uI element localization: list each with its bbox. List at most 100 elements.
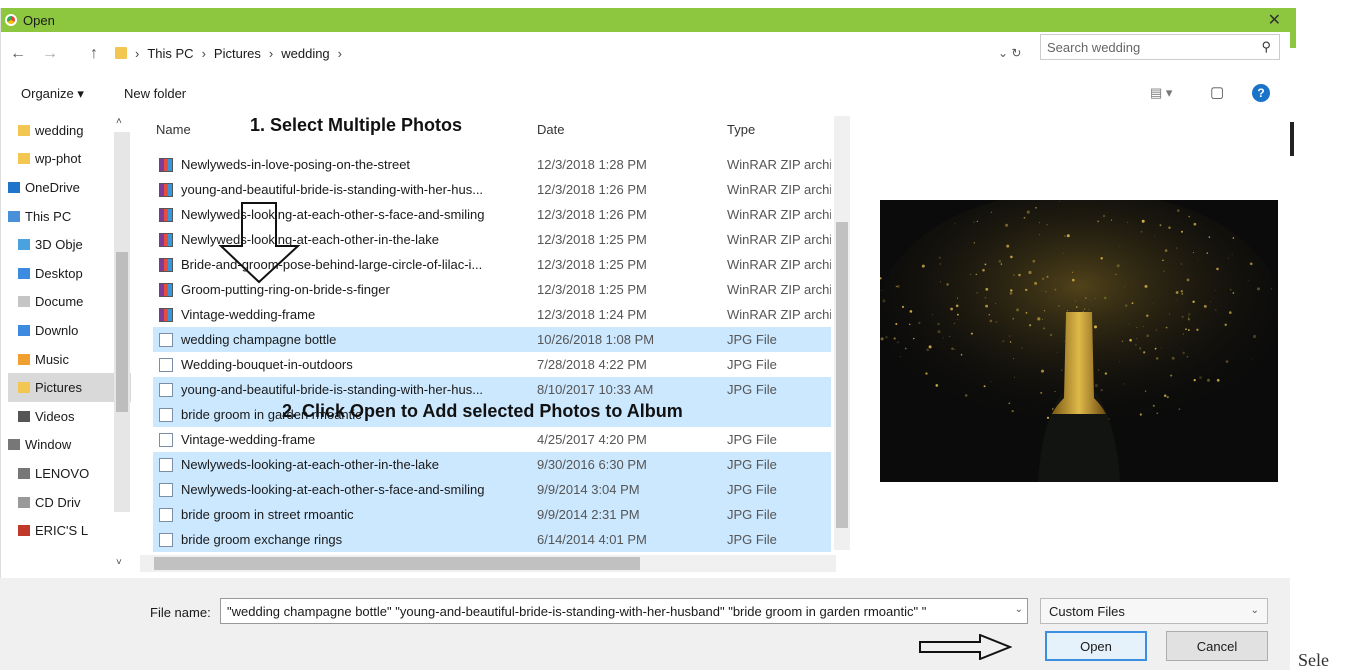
sidebar-item[interactable]: wedding — [8, 116, 131, 145]
sidebar-item[interactable]: Window — [8, 431, 131, 460]
sparkle — [935, 384, 939, 387]
sparkle — [989, 268, 990, 270]
file-row[interactable]: wedding champagne bottle 10/26/2018 1:08 … — [153, 327, 831, 352]
sidebar-item-label: 3D Obje — [35, 237, 83, 253]
sparkle — [913, 337, 915, 340]
search-input[interactable]: Search wedding ⚲ — [1040, 34, 1280, 60]
scrollbar-thumb[interactable] — [836, 222, 848, 528]
sidebar-item[interactable]: LENOVO — [8, 459, 131, 488]
breadcrumb-wedding[interactable]: wedding — [281, 46, 329, 61]
sparkle — [932, 314, 934, 316]
sparkle — [1169, 313, 1171, 315]
sparkle — [957, 297, 958, 299]
sidebar-item[interactable]: 3D Obje — [8, 230, 131, 259]
organize-button[interactable]: Organize ▾ — [21, 86, 84, 102]
column-header-type[interactable]: Type — [727, 122, 755, 137]
open-button[interactable]: Open — [1045, 631, 1147, 661]
sidebar-item-label: OneDrive — [25, 179, 80, 195]
file-name-input[interactable]: "wedding champagne bottle" "young-and-be… — [220, 598, 1028, 624]
sparkle — [1021, 347, 1023, 349]
file-row[interactable]: bride groom exchange rings 6/14/2014 4:01… — [153, 527, 831, 552]
sparkle — [1178, 408, 1181, 411]
winrar-archive-icon — [159, 307, 173, 322]
breadcrumb-pictures[interactable]: Pictures — [214, 46, 261, 61]
sparkle — [1040, 391, 1043, 394]
navigation-scrollbar[interactable] — [114, 132, 130, 512]
sparkle — [973, 242, 975, 244]
sparkle — [918, 321, 921, 324]
sidebar-item-label: Docume — [35, 294, 84, 310]
file-row[interactable]: Vintage-wedding-frame 4/25/2017 4:20 PM JP… — [153, 427, 831, 452]
breadcrumb-this-pc[interactable]: This PC — [147, 46, 193, 61]
jpg-file-icon — [159, 407, 173, 422]
file-row[interactable]: Wedding-bouquet-in-outdoors 7/28/2018 4:2… — [153, 352, 831, 377]
horizontal-scrollbar[interactable] — [140, 555, 836, 572]
sparkle — [1032, 285, 1033, 287]
sidebar-item[interactable]: Videos — [8, 402, 131, 431]
up-icon[interactable]: ↑ — [90, 45, 98, 63]
sparkle — [921, 264, 925, 268]
file-name: young-and-beautiful-bride-is-standing-wi… — [181, 182, 484, 197]
sidebar-item[interactable]: Pictures — [8, 373, 131, 402]
sidebar-item-label: Music — [35, 351, 69, 367]
file-type: WinRAR ZIP archive — [727, 182, 831, 197]
sparkle — [1037, 317, 1041, 321]
sidebar-item[interactable]: wp-phot — [8, 145, 131, 174]
file-row[interactable]: Newlyweds-looking-at-each-other-in-the-l… — [153, 452, 831, 477]
sparkle — [1009, 341, 1012, 343]
scrollbar-thumb[interactable] — [154, 557, 640, 570]
change-view-icon[interactable]: ▤ ▾ — [1150, 85, 1172, 101]
sparkle — [1177, 209, 1180, 212]
sidebar-item[interactable]: Docume — [8, 288, 131, 317]
sparkle — [1203, 304, 1207, 308]
search-icon[interactable]: ⚲ — [1261, 39, 1271, 55]
file-row[interactable]: Newlyweds-looking-at-each-other-s-face-a… — [153, 477, 831, 502]
window-title: Open — [23, 12, 55, 28]
sparkle — [1034, 281, 1038, 285]
sd-card-icon — [18, 525, 30, 537]
sidebar-item[interactable]: Music — [8, 345, 131, 374]
sparkle — [1061, 369, 1063, 371]
back-icon[interactable]: ← — [10, 45, 26, 63]
file-list-scrollbar[interactable] — [834, 116, 850, 550]
sparkle — [880, 337, 884, 341]
sidebar-item[interactable]: OneDrive — [8, 173, 131, 202]
help-icon[interactable]: ? — [1252, 84, 1270, 102]
file-row[interactable]: Newlyweds-in-love-posing-on-the-street 12… — [153, 152, 831, 177]
file-row[interactable]: bride groom in street rmoantic 9/9/2014 2… — [153, 502, 831, 527]
annotation-step1: 1. Select Multiple Photos — [250, 115, 463, 135]
winrar-archive-icon — [159, 257, 173, 272]
sparkle — [1063, 340, 1065, 342]
sparkle — [1139, 413, 1142, 416]
column-header-name[interactable]: Name — [156, 122, 191, 137]
file-row[interactable]: young-and-beautiful-bride-is-standing-wi… — [153, 377, 831, 402]
column-header-date[interactable]: Date — [537, 122, 564, 137]
chevron-down-icon[interactable]: ⌄ — [1015, 604, 1023, 615]
sparkle — [1025, 288, 1028, 292]
close-icon[interactable]: ✕ — [1268, 10, 1281, 30]
sidebar-item[interactable]: Desktop — [8, 259, 131, 288]
file-row[interactable]: Vintage-wedding-frame 12/3/2018 1:24 PM Wi… — [153, 302, 831, 327]
sidebar-item[interactable]: Downlo — [8, 316, 131, 345]
scrollbar-thumb[interactable] — [116, 252, 128, 412]
file-type-filter[interactable]: Custom Files ⌄ — [1040, 598, 1268, 624]
file-row[interactable]: young-and-beautiful-bride-is-standing-wi… — [153, 177, 831, 202]
sparkle — [1152, 404, 1155, 407]
sidebar-item[interactable]: This PC — [8, 202, 131, 231]
cancel-button[interactable]: Cancel — [1166, 631, 1268, 661]
sparkle — [1058, 305, 1060, 307]
sparkle — [957, 313, 959, 316]
sparkle — [983, 385, 986, 388]
sidebar-item[interactable]: CD Driv — [8, 488, 131, 517]
preview-pane-icon[interactable]: ▢ — [1210, 83, 1224, 101]
sparkle — [1110, 219, 1113, 221]
new-folder-button[interactable]: New folder — [124, 86, 186, 101]
address-bar[interactable]: › This PC › Pictures › wedding › — [110, 40, 1038, 66]
forward-icon[interactable]: → — [42, 45, 58, 63]
sidebar-item[interactable]: ERIC'S L — [8, 516, 131, 545]
sparkle — [1115, 273, 1117, 276]
address-dropdown-refresh[interactable]: ⌄ ↻ — [998, 46, 1021, 60]
sparkle — [1163, 394, 1167, 397]
nav-scroll-down-icon[interactable]: ˅ — [116, 557, 122, 568]
nav-scroll-up-icon[interactable]: ˄ — [116, 116, 122, 127]
